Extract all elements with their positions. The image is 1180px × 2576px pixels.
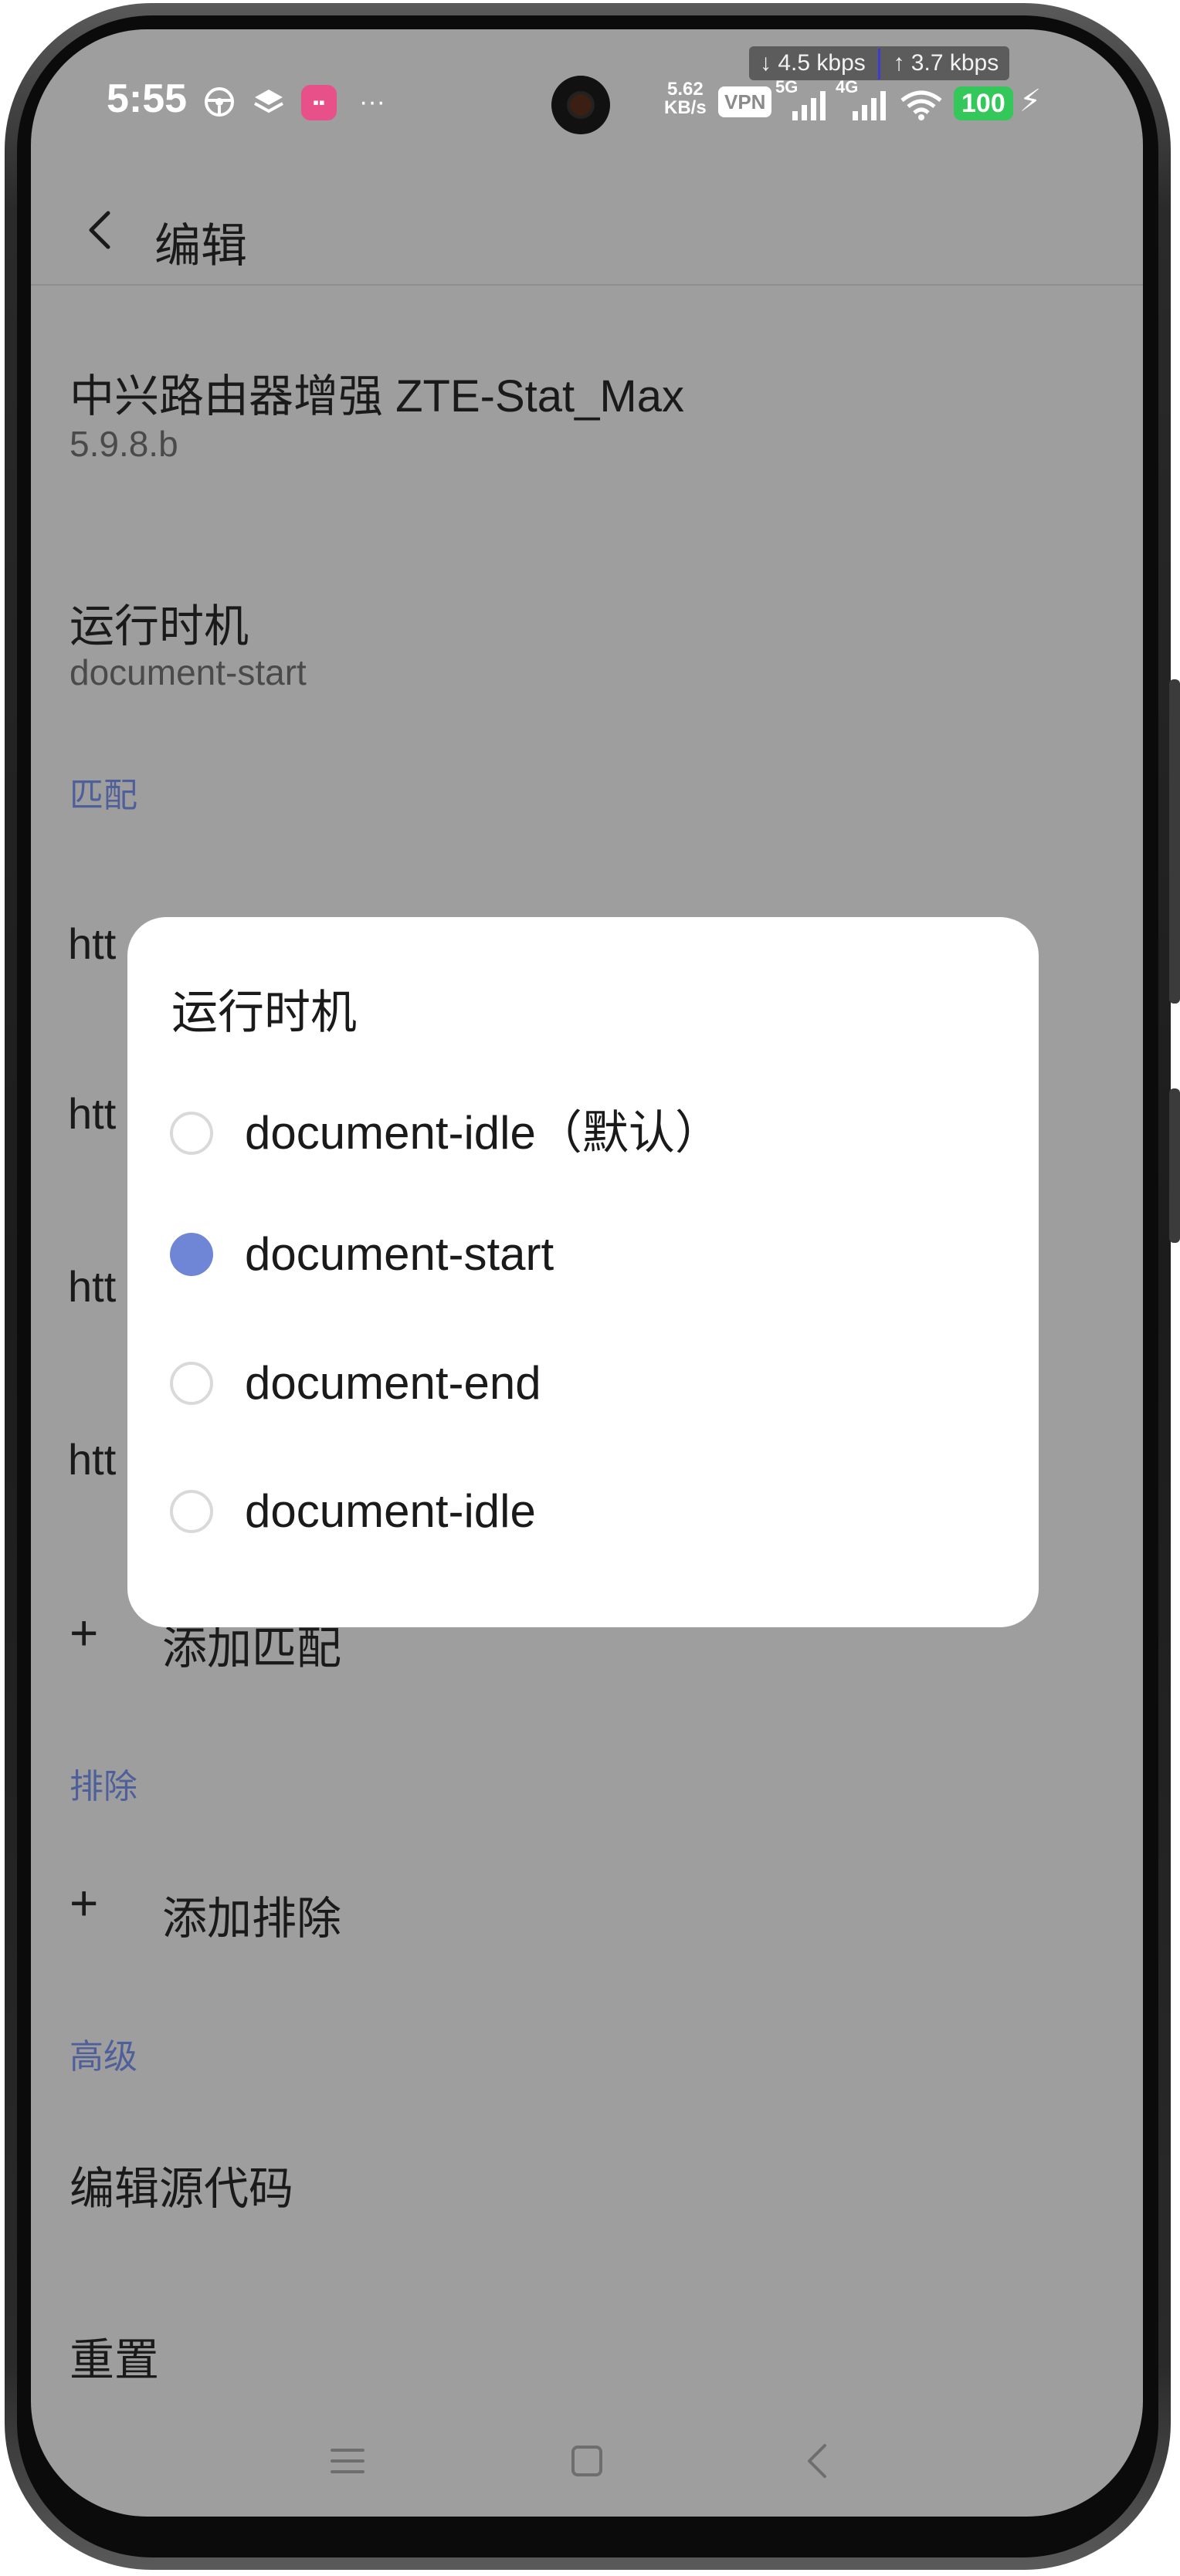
option-label: document-end xyxy=(245,1357,541,1409)
front-camera xyxy=(551,76,610,134)
screen: 5:55 ▪▪ ··· ↓ 4.5 kbps ↑ 3.7 kbps 5.62 K… xyxy=(31,29,1143,2517)
option-document-end[interactable]: document-end xyxy=(127,1322,1039,1445)
signal-strength-icon xyxy=(792,91,826,120)
status-time: 5:55 xyxy=(107,76,188,121)
steering-wheel-icon xyxy=(202,85,236,119)
script-name: 中兴路由器增强 ZTE-Stat_Max xyxy=(70,371,684,421)
vpn-badge: VPN xyxy=(718,86,772,117)
run-at-value: document-start xyxy=(70,652,307,692)
upload-speed: 3.7 kbps xyxy=(910,50,999,76)
upload-arrow-icon: ↑ xyxy=(893,50,905,76)
reset-button[interactable]: 重置 xyxy=(70,2324,159,2388)
net-speed-unit: KB/s xyxy=(664,97,707,118)
plus-icon: + xyxy=(70,1605,99,1660)
status-bar: 5:55 ▪▪ ··· ↓ 4.5 kbps ↑ 3.7 kbps 5.62 K… xyxy=(31,29,1143,145)
radio-button-selected[interactable] xyxy=(170,1233,213,1276)
wifi-icon xyxy=(900,90,942,120)
home-icon[interactable] xyxy=(556,2430,618,2492)
run-at-dialog: 运行时机 document-idle（默认） document-start do… xyxy=(127,917,1039,1627)
plus-icon: + xyxy=(70,1875,99,1931)
option-document-start[interactable]: document-start xyxy=(127,1193,1039,1316)
network-speed-overlay: ↓ 4.5 kbps ↑ 3.7 kbps xyxy=(749,46,1010,80)
net-speed-value: 5.62 xyxy=(666,79,704,100)
option-label: document-idle xyxy=(245,1485,536,1537)
script-version: 5.9.8.b xyxy=(70,424,178,464)
more-notifications-icon: ··· xyxy=(359,87,385,117)
radio-button[interactable] xyxy=(170,1362,213,1405)
edit-source-button[interactable]: 编辑源代码 xyxy=(70,2152,293,2217)
navigation-bar xyxy=(31,2415,1143,2507)
header-divider xyxy=(31,284,1143,286)
option-label: document-idle（默认） xyxy=(245,1107,721,1159)
match-item[interactable]: htt xyxy=(68,1434,116,1484)
power-button xyxy=(1169,1088,1180,1243)
match-item[interactable]: htt xyxy=(68,919,116,969)
page-title: 编辑 xyxy=(154,220,247,272)
match-item[interactable]: htt xyxy=(68,1088,116,1139)
signal-strength-icon xyxy=(853,91,886,120)
option-label: document-start xyxy=(245,1228,554,1280)
match-section-header: 匹配 xyxy=(70,777,137,814)
battery-level: 100 xyxy=(954,86,1013,120)
radio-button[interactable] xyxy=(170,1490,213,1533)
bilibili-app-icon: ▪▪ xyxy=(301,85,337,120)
layers-icon xyxy=(252,85,286,119)
back-icon[interactable] xyxy=(788,2430,849,2492)
radio-button[interactable] xyxy=(170,1112,213,1155)
run-at-label: 运行时机 xyxy=(70,601,249,652)
match-item[interactable]: htt xyxy=(68,1261,116,1312)
download-speed: 4.5 kbps xyxy=(778,50,866,76)
phone-frame: 5:55 ▪▪ ··· ↓ 4.5 kbps ↑ 3.7 kbps 5.62 K… xyxy=(0,0,1180,2576)
speed-divider xyxy=(878,49,881,80)
dialog-title: 运行时机 xyxy=(171,987,357,1038)
recents-menu-icon[interactable] xyxy=(317,2430,378,2492)
back-arrow-icon[interactable] xyxy=(77,207,124,253)
charging-icon: ⚡ xyxy=(1019,84,1042,118)
option-document-idle[interactable]: document-idle xyxy=(127,1450,1039,1573)
add-exclude-label: 添加排除 xyxy=(162,1894,342,1944)
download-arrow-icon: ↓ xyxy=(760,50,771,76)
exclude-section-header: 排除 xyxy=(70,1768,137,1806)
net-speed: 5.62 KB/s xyxy=(664,80,707,117)
volume-button xyxy=(1169,679,1180,1004)
advanced-section-header: 高级 xyxy=(70,2038,137,2076)
option-document-idle-default[interactable]: document-idle（默认） xyxy=(127,1071,1039,1195)
